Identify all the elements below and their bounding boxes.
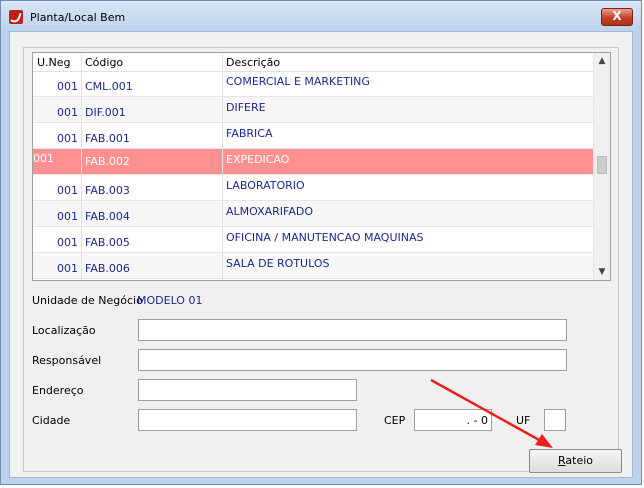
chevron-up-icon[interactable]: ▲ [594, 53, 610, 69]
cell-uneg: 001 [57, 184, 78, 197]
column-header-uneg[interactable]: U.Neg [37, 56, 71, 69]
cell-descricao: OFICINA / MANUTENCAO MAQUINAS [226, 231, 424, 244]
cell-descricao: COMERCIAL E MARKETING [226, 75, 370, 88]
column-divider [81, 53, 82, 280]
cell-uneg: 001 [33, 152, 54, 165]
cell-codigo: FAB.006 [85, 262, 130, 275]
cell-descricao: SALA DE ROTULOS [226, 257, 330, 270]
cell-codigo: FAB.002 [85, 155, 130, 168]
close-button[interactable]: X [601, 8, 633, 26]
table-row[interactable]: 001 FAB.001 FABRICA [33, 123, 594, 149]
table-row[interactable]: 001 DIF.001 DIFERE [33, 97, 594, 123]
unidade-negocio-label: Unidade de Negócio [32, 294, 143, 307]
cell-codigo: FAB.004 [85, 210, 130, 223]
column-header-descricao[interactable]: Descrição [226, 56, 280, 69]
cell-codigo: FAB.001 [85, 132, 130, 145]
cep-input[interactable]: . - 0 [414, 409, 492, 431]
table-row[interactable]: 001 FAB.005 OFICINA / MANUTENCAO MAQUINA… [33, 227, 594, 253]
cell-descricao: LABORATORIO [226, 179, 305, 192]
locations-grid[interactable]: U.Neg Código Descrição 001 CML.001 COMER… [32, 52, 611, 281]
grid-scrollbar[interactable]: ▲ ▼ [593, 53, 610, 280]
window-title: Planta/Local Bem [30, 11, 126, 24]
cell-codigo: DIF.001 [85, 106, 126, 119]
cell-descricao: DIFERE [226, 101, 266, 114]
rateio-button[interactable]: Rateio [529, 449, 622, 473]
cidade-label: Cidade [32, 414, 71, 427]
cell-codigo: FAB.003 [85, 184, 130, 197]
responsavel-label: Responsável [32, 354, 102, 367]
endereco-input[interactable] [138, 379, 357, 401]
app-logo-icon [9, 10, 23, 24]
uf-input[interactable] [544, 409, 566, 431]
cell-codigo: CML.001 [85, 80, 133, 93]
cell-descricao: FABRICA [226, 127, 273, 140]
unidade-negocio-value: MODELO 01 [137, 294, 203, 307]
title-bar: Planta/Local Bem X [1, 1, 641, 31]
cell-uneg: 001 [57, 132, 78, 145]
dialog-window: Planta/Local Bem X U.Neg Código Descriçã… [0, 0, 642, 485]
table-row[interactable]: 001 FAB.003 LABORATORIO [33, 175, 594, 201]
rateio-label: ateio [565, 454, 593, 467]
table-row-selected[interactable]: 001 FAB.002 EXPEDICAO [33, 149, 594, 175]
cell-uneg: 001 [57, 236, 78, 249]
cell-descricao: EXPEDICAO [226, 153, 290, 166]
uf-label: UF [516, 414, 531, 427]
cell-uneg: 001 [57, 106, 78, 119]
column-divider [222, 53, 223, 280]
cell-uneg: 001 [57, 210, 78, 223]
cell-descricao: ALMOXARIFADO [226, 205, 314, 218]
table-row[interactable]: 001 FAB.006 SALA DE ROTULOS [33, 253, 594, 279]
scrollbar-thumb[interactable] [597, 156, 607, 174]
localizacao-label: Localização [32, 324, 96, 337]
cidade-input[interactable] [138, 409, 357, 431]
responsavel-input[interactable] [138, 349, 567, 371]
localizacao-input[interactable] [138, 319, 567, 341]
cep-value: . - 0 [466, 414, 488, 427]
cell-uneg: 001 [57, 80, 78, 93]
chevron-down-icon[interactable]: ▼ [594, 264, 610, 280]
cep-label: CEP [384, 414, 406, 427]
dialog-client-area: U.Neg Código Descrição 001 CML.001 COMER… [9, 31, 633, 478]
table-row[interactable]: 001 FAB.004 ALMOXARIFADO [33, 201, 594, 227]
table-row[interactable]: 001 CML.001 COMERCIAL E MARKETING [33, 71, 594, 97]
cell-uneg: 001 [57, 262, 78, 275]
column-header-codigo[interactable]: Código [85, 56, 123, 69]
cell-codigo: FAB.005 [85, 236, 130, 249]
endereco-label: Endereço [32, 384, 84, 397]
grid-header: U.Neg Código Descrição [33, 53, 594, 72]
